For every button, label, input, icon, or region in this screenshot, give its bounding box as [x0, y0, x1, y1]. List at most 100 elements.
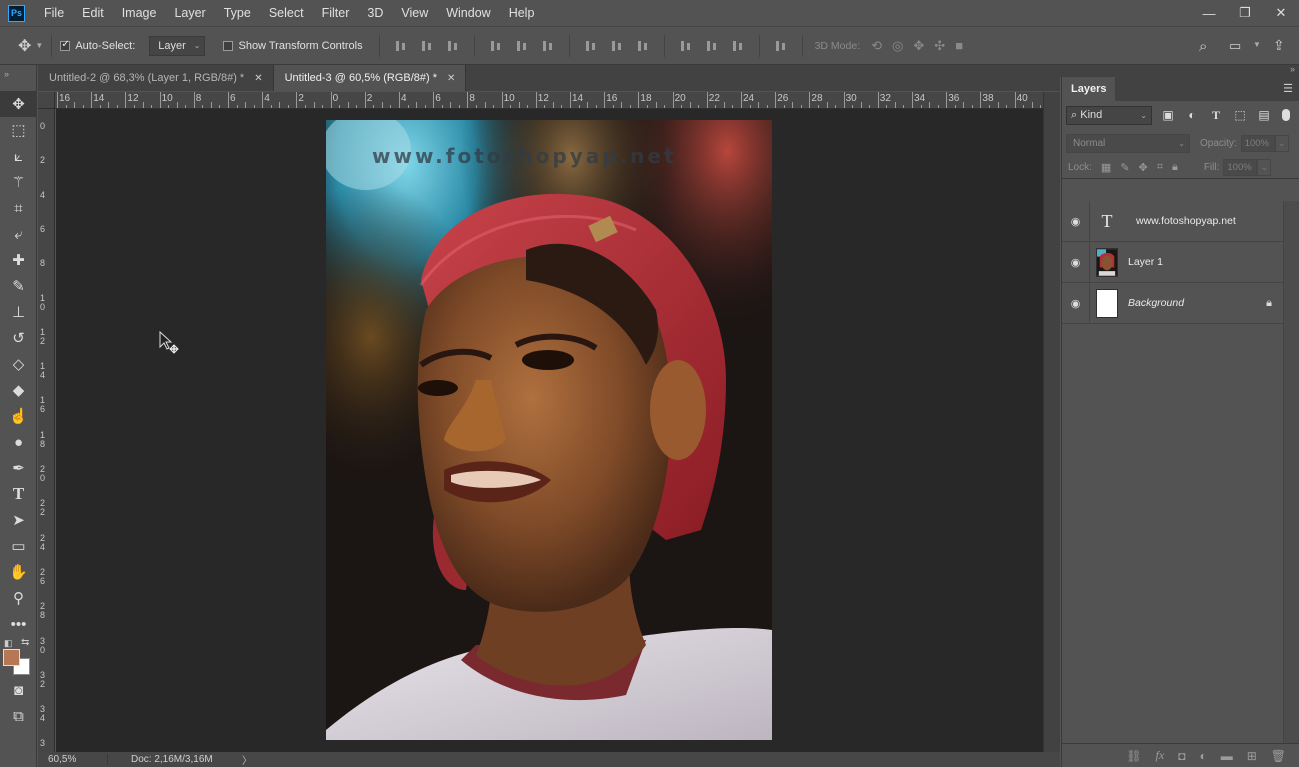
- align-horizontal-centers-icon[interactable]: [515, 39, 529, 53]
- opacity-field[interactable]: 100%: [1240, 134, 1275, 152]
- layer-name[interactable]: www.fotoshopyap.net: [1136, 215, 1236, 227]
- minimize-button[interactable]: —: [1201, 6, 1217, 21]
- horizontal-ruler[interactable]: 16 14 12 10 8 6 4 2 0 2 4 6 8 10 12 14 16 18 20 22 24 26 28 30 3…: [55, 92, 1043, 109]
- crop-tool-icon[interactable]: ⌗: [0, 195, 37, 221]
- orbit-3d-icon[interactable]: ⟲: [871, 38, 882, 54]
- distribute-right-icon[interactable]: [731, 39, 745, 53]
- distribute-bottom-icon[interactable]: [636, 39, 650, 53]
- eye-icon[interactable]: ◉: [1062, 256, 1089, 269]
- quick-mask-icon[interactable]: ◙: [0, 677, 37, 703]
- lock-all-icon[interactable]: 🔒︎: [1172, 161, 1178, 174]
- ruler-origin[interactable]: [38, 92, 55, 109]
- path-selection-tool-icon[interactable]: ➤: [0, 507, 37, 533]
- align-top-edges-icon[interactable]: [394, 39, 408, 53]
- restore-button[interactable]: ❐: [1237, 5, 1253, 21]
- dodge-tool-icon[interactable]: ●: [0, 429, 37, 455]
- distribute-horizontal-centers-icon[interactable]: [705, 39, 719, 53]
- close-icon[interactable]: ✕: [254, 73, 262, 84]
- link-layers-icon[interactable]: ⛓: [1126, 749, 1141, 763]
- panel-menu-icon[interactable]: ☰: [1283, 82, 1293, 95]
- more-tools-icon[interactable]: •••: [0, 611, 37, 637]
- foreground-color-swatch[interactable]: [3, 649, 20, 666]
- menu-view[interactable]: View: [392, 0, 437, 26]
- swap-colors-icon[interactable]: ⇆: [21, 637, 29, 648]
- filter-toggle[interactable]: [1282, 109, 1290, 121]
- pan-3d-icon[interactable]: ✥: [913, 38, 924, 54]
- new-adjustment-layer-icon[interactable]: ◐: [1199, 749, 1206, 763]
- menu-layer[interactable]: Layer: [165, 0, 214, 26]
- clone-stamp-tool-icon[interactable]: ⊥: [0, 299, 37, 325]
- menu-select[interactable]: Select: [260, 0, 313, 26]
- menu-filter[interactable]: Filter: [313, 0, 359, 26]
- layer-row-background[interactable]: ◉ Background 🔒︎: [1062, 282, 1284, 324]
- close-icon[interactable]: ✕: [447, 73, 455, 84]
- layer-style-icon[interactable]: fx: [1156, 748, 1165, 763]
- eraser-tool-icon[interactable]: ◇: [0, 351, 37, 377]
- move-tool-icon[interactable]: ✥: [0, 91, 37, 117]
- screen-mode-icon[interactable]: ⧉: [0, 703, 37, 729]
- visibility-toggle[interactable]: ◉: [1062, 200, 1090, 242]
- lock-transparent-pixels-icon[interactable]: ▦: [1101, 161, 1111, 174]
- zoom-level[interactable]: 60,5%: [38, 754, 108, 765]
- delete-layer-icon[interactable]: 🗑︎: [1271, 749, 1286, 763]
- layer-name[interactable]: Background: [1128, 297, 1184, 309]
- layers-scrollbar[interactable]: [1283, 201, 1299, 743]
- default-colors-icon[interactable]: ◧: [4, 638, 13, 649]
- layer-row-layer-1[interactable]: ◉ Layer 1: [1062, 241, 1284, 283]
- panel-collapse-icon[interactable]: »: [0, 65, 36, 91]
- smart-object-filter-icon[interactable]: ▤: [1256, 108, 1272, 122]
- lock-position-icon[interactable]: ✥: [1139, 161, 1148, 174]
- layer-row-text[interactable]: ◉ T www.fotoshopyap.net: [1062, 200, 1284, 242]
- rectangular-marquee-tool-icon[interactable]: ⬚: [0, 117, 37, 143]
- document-tab-untitled-2[interactable]: Untitled-2 @ 68,3% (Layer 1, RGB/8#) * ✕: [38, 65, 274, 91]
- menu-edit[interactable]: Edit: [73, 0, 113, 26]
- lock-artboard-icon[interactable]: ⌗: [1157, 161, 1163, 174]
- slide-3d-icon[interactable]: ✣: [934, 38, 945, 54]
- healing-brush-tool-icon[interactable]: ✚: [0, 247, 37, 273]
- roll-3d-icon[interactable]: ◎: [892, 38, 903, 54]
- layer-name[interactable]: Layer 1: [1128, 256, 1163, 268]
- menu-3d[interactable]: 3D: [358, 0, 392, 26]
- distribute-left-icon[interactable]: [679, 39, 693, 53]
- type-layer-filter-icon[interactable]: T: [1208, 108, 1224, 123]
- panel-collapse-icon[interactable]: »: [1290, 64, 1295, 74]
- smudge-tool-icon[interactable]: ☝: [0, 403, 37, 429]
- history-brush-tool-icon[interactable]: ↺: [0, 325, 37, 351]
- auto-select-checkbox[interactable]: Auto-Select:: [60, 39, 135, 52]
- new-layer-icon[interactable]: ⊞: [1247, 749, 1257, 763]
- search-icon[interactable]: ⌕: [1199, 38, 1207, 55]
- menu-image[interactable]: Image: [113, 0, 166, 26]
- eye-icon[interactable]: ◉: [1062, 215, 1089, 228]
- menu-file[interactable]: File: [35, 0, 73, 26]
- filter-type-dropdown[interactable]: ⌕ Kind ⌄: [1066, 105, 1152, 125]
- magic-wand-tool-icon[interactable]: ⚚: [0, 169, 37, 195]
- new-group-icon[interactable]: ▬: [1221, 749, 1233, 763]
- chevron-down-icon[interactable]: ▼: [35, 41, 43, 50]
- menu-help[interactable]: Help: [500, 0, 544, 26]
- brush-tool-icon[interactable]: ✎: [0, 273, 37, 299]
- canvas-vertical-scrollbar[interactable]: [1043, 92, 1060, 752]
- menu-type[interactable]: Type: [215, 0, 260, 26]
- zoom-tool-icon[interactable]: ⚲: [0, 585, 37, 611]
- paint-bucket-tool-icon[interactable]: ◆: [0, 377, 37, 403]
- pen-tool-icon[interactable]: ✒: [0, 455, 37, 481]
- tab-layers[interactable]: Layers: [1062, 77, 1116, 101]
- chevron-down-icon[interactable]: ⌄: [1274, 134, 1289, 152]
- auto-align-layers-icon[interactable]: [774, 39, 788, 53]
- rectangle-tool-icon[interactable]: ▭: [0, 533, 37, 559]
- eyedropper-tool-icon[interactable]: ⤶: [0, 221, 37, 247]
- visibility-toggle[interactable]: ◉: [1062, 282, 1090, 324]
- menu-window[interactable]: Window: [437, 0, 499, 26]
- auto-select-target-dropdown[interactable]: Layer ⌄: [149, 35, 206, 56]
- shape-layer-filter-icon[interactable]: ⬚: [1232, 108, 1248, 122]
- eye-icon[interactable]: ◉: [1062, 297, 1089, 310]
- workspace-icon[interactable]: ▭: [1229, 38, 1241, 54]
- canvas-area[interactable]: www.fotoshopyap.net: [56, 109, 1043, 752]
- chevron-down-icon[interactable]: ⌄: [1257, 159, 1272, 176]
- checkbox-checked-icon[interactable]: [60, 39, 71, 51]
- blend-mode-dropdown[interactable]: Normal ⌄: [1066, 133, 1190, 153]
- align-bottom-edges-icon[interactable]: [446, 39, 460, 53]
- scale-3d-icon[interactable]: ■: [955, 38, 963, 53]
- chevron-down-icon[interactable]: ▼: [1253, 40, 1261, 49]
- status-menu-arrow-icon[interactable]: 〉: [242, 752, 252, 767]
